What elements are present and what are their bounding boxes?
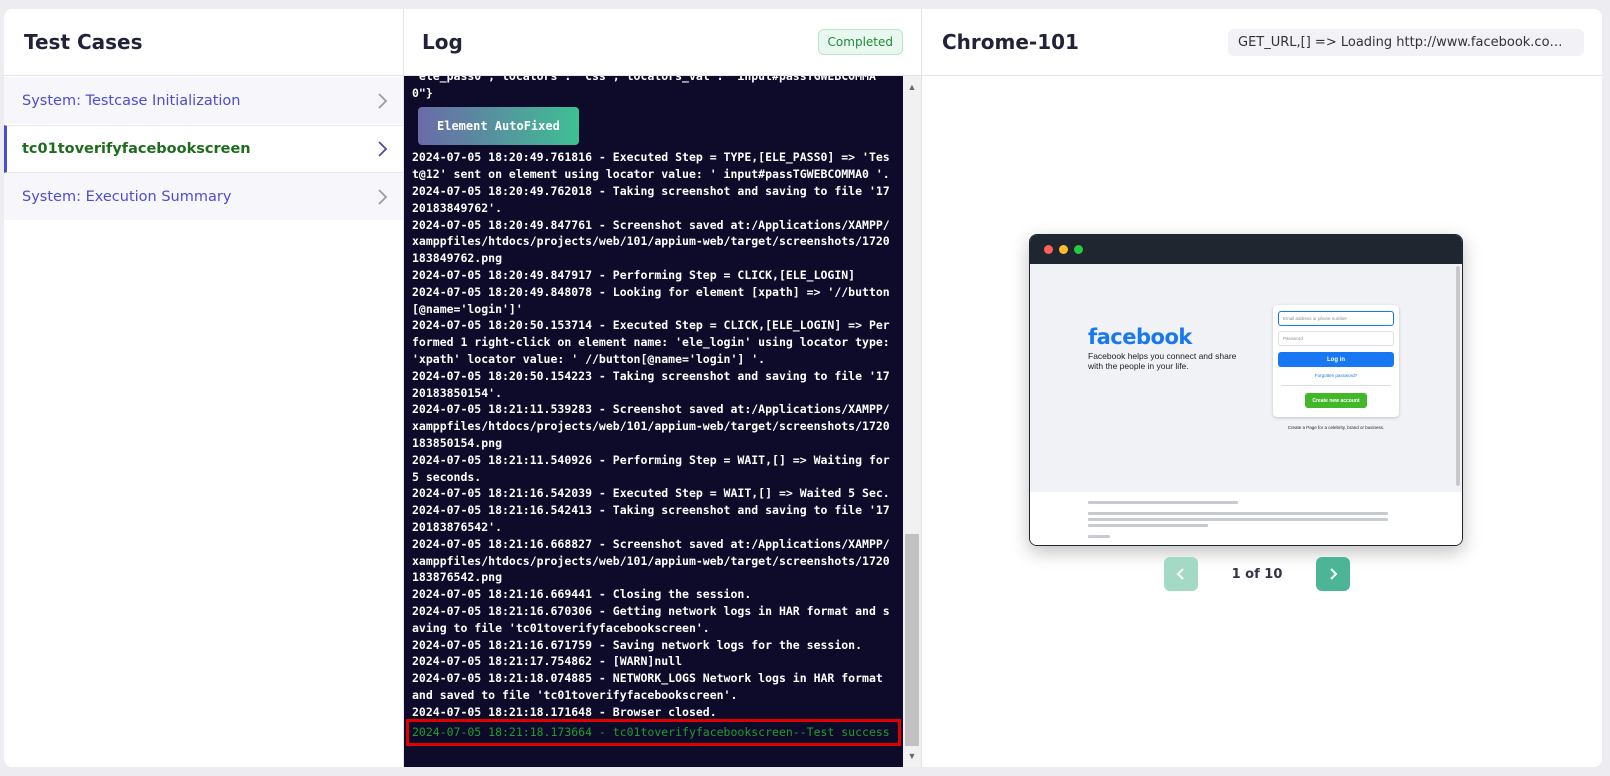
facebook-logo: facebook xyxy=(1088,325,1192,349)
log-line-truncated: "ele_pass0","locators": "css","locators_… xyxy=(412,76,876,100)
log-line: 2024-07-05 18:20:49.847917 - Performing … xyxy=(412,267,856,282)
chevron-left-icon xyxy=(1176,568,1184,580)
footer-links xyxy=(1088,524,1208,527)
test-case-label: System: Testcase Initialization xyxy=(22,92,241,109)
chevron-right-icon xyxy=(1330,568,1338,580)
log-content: "ele_pass0","locators": "css","locators_… xyxy=(404,76,903,767)
footer-languages xyxy=(1088,501,1238,504)
password-field: Password xyxy=(1278,331,1394,346)
footer-meta xyxy=(1088,535,1110,538)
maximize-dot-icon xyxy=(1074,245,1083,254)
log-line: 2024-07-05 18:20:50.154223 - Taking scre… xyxy=(412,368,890,400)
log-line: 2024-07-05 18:21:16.668827 - Screenshot … xyxy=(412,536,890,585)
log-lines: 2024-07-05 18:20:49.761816 - Executed St… xyxy=(412,149,895,720)
test-case-list: System: Testcase Initialization tc01tove… xyxy=(4,76,403,221)
facebook-page: facebook Facebook helps you connect and … xyxy=(1030,264,1462,545)
close-dot-icon xyxy=(1044,245,1053,254)
test-case-label: System: Execution Summary xyxy=(22,188,232,205)
log-line: 2024-07-05 18:21:11.540926 - Performing … xyxy=(412,452,890,484)
log-line: 2024-07-05 18:21:16.542413 - Taking scre… xyxy=(412,503,890,534)
test-case-item-execution-summary[interactable]: System: Execution Summary xyxy=(4,173,403,221)
log-line: 2024-07-05 18:20:49.847761 - Screenshot … xyxy=(412,217,890,266)
log-line: 2024-07-05 18:21:18.171648 - Browser clo… xyxy=(412,704,717,719)
log-line: 2024-07-05 18:20:49.762018 - Taking scre… xyxy=(412,183,890,215)
footer-links xyxy=(1088,518,1388,521)
log-viewer[interactable]: "ele_pass0","locators": "css","locators_… xyxy=(404,76,921,767)
chevron-right-icon xyxy=(378,188,388,205)
app-frame: Test Cases System: Testcase Initializati… xyxy=(4,9,1602,767)
browser-header: Chrome-101 GET_URL,[] => Loading http://… xyxy=(922,9,1602,76)
scroll-up-arrow-icon[interactable]: ▲ xyxy=(903,78,921,96)
browser-title: Chrome-101 xyxy=(942,30,1079,54)
browser-screenshot[interactable]: facebook Facebook helps you connect and … xyxy=(1029,234,1463,546)
screenshot-viewer: facebook Facebook helps you connect and … xyxy=(922,76,1602,767)
page-indicator: 1 of 10 xyxy=(1231,566,1283,582)
log-line: 2024-07-05 18:21:11.539283 - Screenshot … xyxy=(412,402,890,450)
log-line: 2024-07-05 18:21:17.754862 - [WARN]null xyxy=(412,654,683,669)
log-line: 2024-07-05 18:20:49.848078 - Looking for… xyxy=(412,284,890,316)
next-button[interactable] xyxy=(1316,557,1350,591)
log-line: 2024-07-05 18:21:16.671759 - Saving netw… xyxy=(412,637,863,652)
log-line: 2024-07-05 18:21:16.670306 - Getting net… xyxy=(412,603,890,635)
log-line: 2024-07-05 18:20:50.153714 - Executed St… xyxy=(412,318,890,366)
log-panel: Log Completed "ele_pass0","locators": "c… xyxy=(404,9,922,767)
test-case-item-tc01[interactable]: tc01toverifyfacebookscreen xyxy=(4,125,403,173)
url-status: GET_URL,[] => Loading http://www.faceboo… xyxy=(1228,28,1584,56)
log-title: Log xyxy=(422,30,463,54)
facebook-tagline: Facebook helps you connect and share wit… xyxy=(1088,351,1237,371)
forgot-password-link: Forgotten password? xyxy=(1314,373,1358,378)
footer-links xyxy=(1088,512,1388,515)
scroll-down-arrow-icon[interactable]: ▼ xyxy=(903,747,921,765)
log-scrollbar[interactable]: ▲ ▼ xyxy=(903,76,921,767)
scroll-thumb[interactable] xyxy=(905,534,919,746)
status-badge: Completed xyxy=(817,29,903,55)
test-case-label: tc01toverifyfacebookscreen xyxy=(22,141,251,157)
browser-titlebar xyxy=(1030,235,1462,264)
facebook-main: facebook Facebook helps you connect and … xyxy=(1030,264,1462,492)
create-page-link: Create a Page for a celebrity, brand or … xyxy=(1287,425,1385,430)
minimize-dot-icon xyxy=(1059,245,1068,254)
log-line: 2024-07-05 18:21:18.074885 - NETWORK_LOG… xyxy=(412,671,883,702)
test-cases-title: Test Cases xyxy=(4,9,403,76)
element-autofixed-button[interactable]: Element AutoFixed xyxy=(418,106,579,146)
log-success-line: 2024-07-05 18:21:18.173664 - tc01toverif… xyxy=(406,719,901,747)
login-card: Email address or phone number Password L… xyxy=(1273,305,1399,417)
screenshot-scrollbar xyxy=(1456,266,1460,486)
login-button: Log in xyxy=(1278,352,1394,367)
browser-panel: Chrome-101 GET_URL,[] => Loading http://… xyxy=(922,9,1602,767)
log-line: 2024-07-05 18:21:16.669441 - Closing the… xyxy=(412,587,752,602)
chevron-right-icon xyxy=(378,92,388,109)
screenshot-pager: 1 of 10 xyxy=(1164,557,1350,591)
log-line: 2024-07-05 18:21:16.542039 - Executed St… xyxy=(412,486,890,501)
email-field: Email address or phone number xyxy=(1278,311,1394,326)
log-line: 2024-07-05 18:20:49.761816 - Executed St… xyxy=(412,150,890,182)
chevron-right-icon xyxy=(378,141,388,157)
test-cases-panel: Test Cases System: Testcase Initializati… xyxy=(4,9,404,767)
facebook-footer xyxy=(1030,492,1462,545)
create-account-button: Create new account xyxy=(1305,393,1367,408)
log-header: Log Completed xyxy=(404,9,921,76)
card-divider xyxy=(1281,385,1391,386)
test-case-item-initialization[interactable]: System: Testcase Initialization xyxy=(4,77,403,125)
previous-button[interactable] xyxy=(1164,557,1198,591)
